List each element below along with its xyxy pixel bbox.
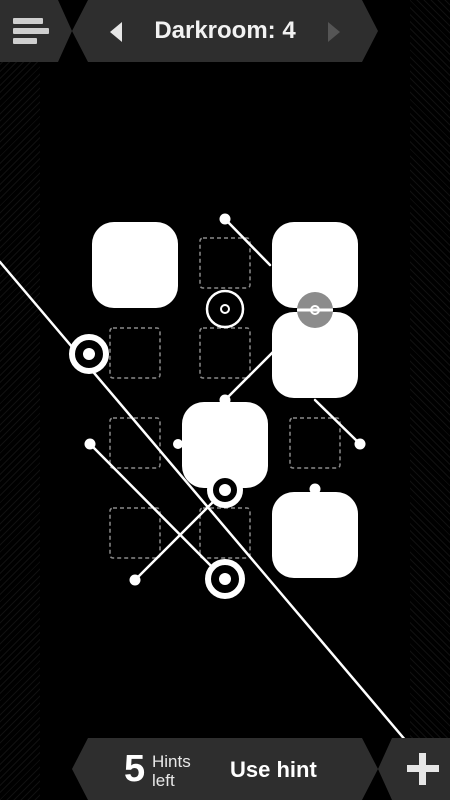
beam-endpoint-dot [219, 213, 231, 225]
beam-endpoint-dot [84, 438, 96, 450]
add-hints-button[interactable] [378, 738, 450, 800]
level-header: Darkroom: 4 [72, 0, 378, 62]
beam-endpoint-dot [309, 483, 321, 495]
light-beam [223, 217, 272, 267]
movable-tile[interactable] [272, 492, 358, 578]
game-board[interactable] [0, 0, 450, 800]
target-ring-lit [69, 334, 109, 374]
target-ring-covered [297, 292, 333, 328]
hint-bar[interactable]: 5 Hints left Use hint [72, 738, 378, 800]
empty-slot[interactable] [199, 507, 251, 559]
target-ring-lit [207, 472, 243, 508]
hints-label-line1: Hints [152, 752, 191, 771]
empty-slot[interactable] [109, 507, 161, 559]
beam-endpoint-dot [219, 394, 231, 406]
target-ring-lit [205, 559, 245, 599]
hints-label-line2: left [152, 771, 175, 790]
light-beam [313, 398, 362, 446]
chevron-right-icon [328, 22, 340, 42]
target-ring-empty [205, 289, 245, 329]
menu-button[interactable] [0, 0, 72, 62]
beam-endpoint-dot [173, 439, 183, 449]
empty-slot[interactable] [199, 237, 251, 289]
empty-slot[interactable] [109, 327, 161, 379]
beam-endpoint-dot [354, 438, 366, 450]
hints-count: 5 [124, 748, 146, 790]
beam-endpoint-dot [129, 574, 141, 586]
empty-slot[interactable] [289, 417, 341, 469]
empty-slot[interactable] [199, 327, 251, 379]
use-hint-button[interactable]: Use hint [230, 757, 317, 783]
movable-tile[interactable] [92, 222, 178, 308]
hints-label: Hints left [152, 752, 191, 790]
